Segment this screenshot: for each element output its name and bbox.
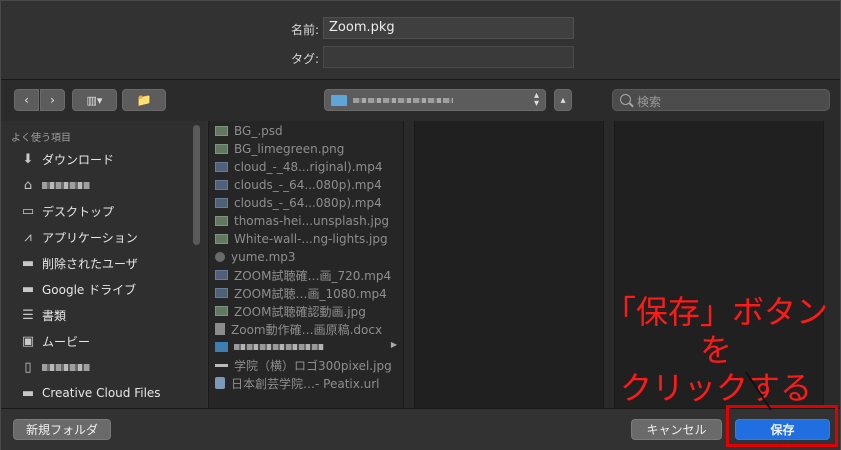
sidebar: よく使う項目 ⬇ ダウンロード ⌂ ▭ デスクトップ ⩘ アプリケーション ▬ …: [1, 121, 206, 408]
list-item[interactable]: ZOOM試聴確…画_720.mp4: [215, 266, 391, 284]
sidebar-item-movies[interactable]: ▣ ムービー: [19, 330, 90, 352]
movie-file-icon: [215, 198, 228, 208]
list-item[interactable]: Zoom動作確…画原稿.docx: [215, 320, 382, 338]
sidebar-item-desktop[interactable]: ▭ デスクトップ: [19, 200, 114, 222]
back-button[interactable]: ‹: [14, 89, 39, 111]
home-icon: ⌂: [23, 177, 33, 193]
image-file-icon: [215, 126, 228, 136]
document-file-icon: [215, 323, 225, 335]
sidebar-item-label: デスクトップ: [42, 204, 115, 219]
movie-icon: ▣: [21, 333, 35, 349]
list-item[interactable]: clouds_-_64...080p).mp4: [215, 176, 382, 194]
column-view-icon: ▥▾: [86, 93, 103, 107]
list-item[interactable]: thomas-hei...unsplash.jpg: [215, 212, 389, 230]
movie-file-icon: [215, 288, 228, 298]
save-button-highlight: [726, 405, 838, 447]
sidebar-item-label: Google ドライブ: [42, 282, 137, 297]
sidebar-item-label: 削除されたユーザ: [42, 256, 138, 271]
sidebar-item-documents[interactable]: ☰ 書類: [19, 304, 66, 326]
list-item[interactable]: [215, 338, 324, 356]
image-file-icon: [215, 234, 228, 244]
collapse-button[interactable]: ▴: [554, 89, 572, 111]
tag-label: タグ:: [290, 52, 319, 66]
list-item[interactable]: 日本創芸学院…- Peatix.url: [215, 374, 380, 392]
list-item[interactable]: White-wall-...ng-lights.jpg: [215, 230, 388, 248]
cancel-button[interactable]: キャンセル: [631, 419, 722, 440]
location-path-text: [353, 98, 453, 103]
sidebar-item-deleted-users[interactable]: ▬ 削除されたユーザ: [19, 252, 138, 274]
movie-file-icon: [215, 270, 228, 280]
annotation-text: 「保存」ボタンを クリックする: [596, 293, 836, 407]
sidebar-item-label: [42, 363, 90, 371]
search-icon: [620, 94, 631, 105]
sidebar-item-label: Creative Cloud Files: [42, 386, 161, 400]
navigation-buttons: ‹ ›: [14, 89, 65, 111]
folder-icon: ▬: [21, 255, 35, 271]
list-item[interactable]: clouds_-_64...080p).mp4: [215, 194, 382, 212]
annotation-line-2: クリックする: [619, 369, 812, 407]
bottom-bar: 新規フォルダ キャンセル 保存: [1, 408, 840, 450]
sidebar-item-applications[interactable]: ⩘ アプリケーション: [19, 226, 138, 248]
list-item[interactable]: BG_limegreen.png: [215, 140, 344, 158]
updown-arrows-icon: ▴ ▾: [533, 90, 539, 109]
file-icon: ▯: [24, 359, 32, 375]
new-folder-button[interactable]: 新規フォルダ: [13, 419, 111, 440]
location-popup[interactable]: ▴ ▾: [324, 89, 546, 111]
disclosure-arrow-icon: ▶: [390, 340, 397, 349]
sidebar-item-google-drive[interactable]: ▬ Google ドライブ: [19, 278, 136, 300]
sidebar-item-label: ムービー: [42, 334, 91, 349]
applications-icon: ⩘: [24, 229, 32, 245]
folder-icon: [215, 342, 228, 352]
new-folder-toolbar-button[interactable]: 📁: [122, 89, 166, 111]
folder-icon: ▬: [21, 385, 35, 401]
view-mode-button[interactable]: ▥▾: [72, 89, 117, 111]
chevron-right-icon: ›: [50, 93, 55, 107]
blurred-folder-name: [234, 344, 324, 350]
toolbar: ‹ › ▥▾ 📁 ▴ ▾ ▴ 検索: [1, 79, 840, 121]
name-label: 名前:: [290, 23, 319, 37]
sidebar-item-blurred[interactable]: ▯: [19, 356, 90, 378]
search-input[interactable]: 検索: [612, 89, 830, 111]
empty-column: [415, 121, 603, 408]
sidebar-item-label: アプリケーション: [42, 230, 138, 245]
url-file-icon: [215, 377, 225, 389]
movie-file-icon: [215, 180, 228, 190]
filename-field[interactable]: Zoom.pkg: [323, 17, 574, 39]
image-file-icon: [215, 363, 228, 367]
sidebar-item-label: 書類: [42, 308, 67, 323]
sidebar-item-label: ダウンロード: [42, 152, 115, 167]
list-item[interactable]: ZOOM試聴確認動画.jpg: [215, 302, 366, 320]
sidebar-item-home[interactable]: ⌂: [19, 174, 90, 196]
movie-file-icon: [215, 162, 228, 172]
folder-icon: ▬: [21, 281, 35, 297]
sidebar-item-label: [42, 181, 90, 189]
sidebar-item-creative-cloud[interactable]: ▬ Creative Cloud Files: [19, 382, 161, 404]
folder-icon: [331, 95, 347, 106]
sidebar-heading: よく使う項目: [11, 133, 71, 144]
column-divider[interactable]: [403, 121, 415, 408]
list-item[interactable]: BG_.psd: [215, 122, 283, 140]
search-placeholder: 検索: [637, 95, 662, 109]
image-file-icon: [215, 144, 228, 154]
image-file-icon: [215, 306, 228, 316]
download-icon: ⬇: [22, 151, 34, 167]
save-as-area: 名前: Zoom.pkg タグ:: [1, 1, 840, 79]
list-item[interactable]: ZOOM試聴…画_1080.mp4: [215, 284, 387, 302]
sidebar-scrollbar[interactable]: [193, 125, 200, 245]
audio-file-icon: [215, 252, 225, 262]
annotation-line-1: 「保存」ボタンを: [603, 293, 828, 369]
list-item[interactable]: 学院（横）ロゴ300pixel.jpg: [215, 356, 392, 374]
chevron-up-icon: ▴: [560, 94, 566, 106]
list-item[interactable]: cloud_-_48...riginal).mp4: [215, 158, 383, 176]
tag-field[interactable]: [323, 46, 574, 68]
image-file-icon: [215, 216, 228, 226]
document-icon: ☰: [22, 307, 34, 323]
file-column: BG_.psd BG_limegreen.png cloud_-_48...ri…: [208, 121, 409, 408]
new-folder-icon: 📁: [136, 93, 152, 107]
list-item[interactable]: yume.mp3: [215, 248, 296, 266]
desktop-icon: ▭: [21, 203, 35, 219]
chevron-left-icon: ‹: [24, 93, 29, 107]
forward-button[interactable]: ›: [40, 89, 65, 111]
sidebar-item-downloads[interactable]: ⬇ ダウンロード: [19, 148, 114, 170]
